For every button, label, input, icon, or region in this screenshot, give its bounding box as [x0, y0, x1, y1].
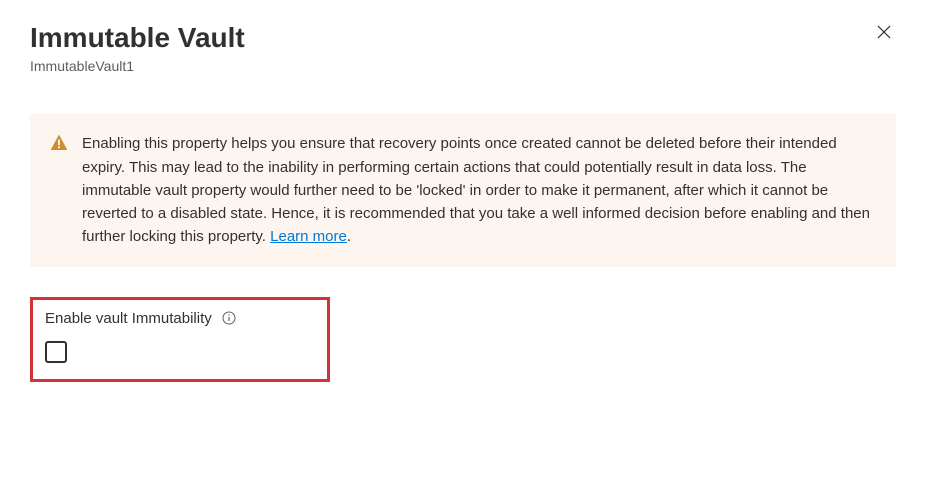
enable-immutability-checkbox[interactable] — [45, 341, 67, 363]
page-subtitle: ImmutableVault1 — [30, 58, 245, 74]
enable-immutability-label: Enable vault Immutability — [45, 310, 212, 327]
page-title: Immutable Vault — [30, 20, 245, 56]
control-label-row: Enable vault Immutability — [45, 310, 315, 327]
header-text-block: Immutable Vault ImmutableVault1 — [30, 20, 245, 74]
learn-more-link[interactable]: Learn more — [270, 228, 347, 245]
close-button[interactable] — [872, 20, 896, 47]
info-icon[interactable] — [222, 311, 236, 325]
close-icon — [876, 24, 892, 43]
warning-text: Enabling this property helps you ensure … — [82, 132, 876, 248]
warning-banner: Enabling this property helps you ensure … — [30, 114, 896, 266]
warning-message: Enabling this property helps you ensure … — [82, 135, 870, 245]
enable-immutability-section: Enable vault Immutability — [30, 297, 330, 382]
warning-icon — [50, 134, 68, 157]
panel-header: Immutable Vault ImmutableVault1 — [30, 20, 896, 74]
